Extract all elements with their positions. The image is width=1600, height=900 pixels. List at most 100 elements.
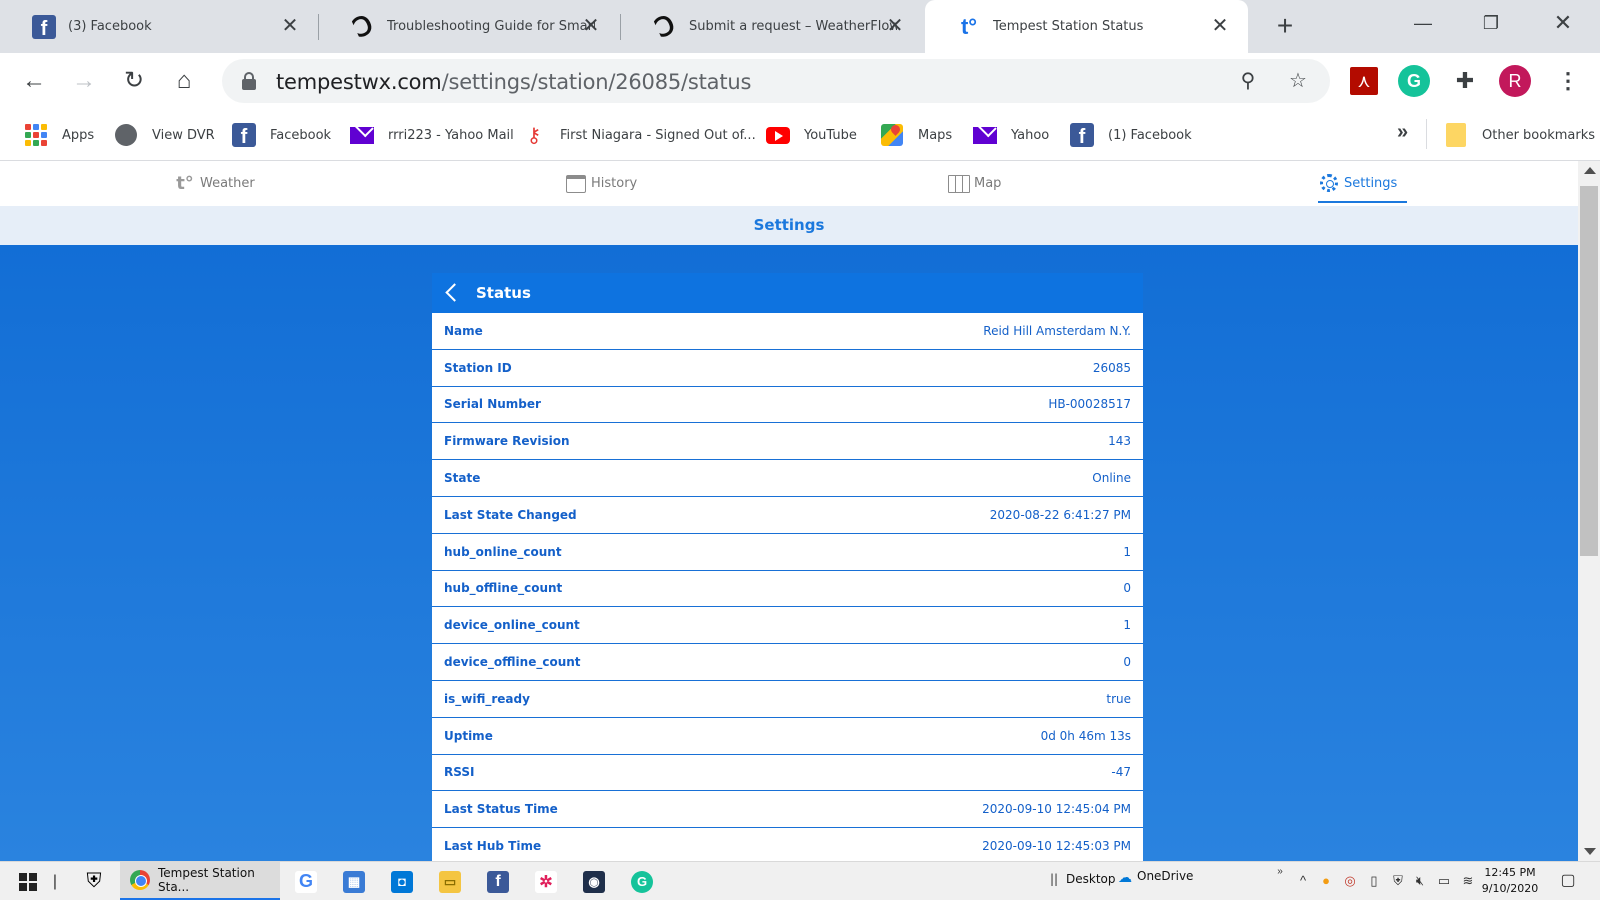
nav-map[interactable]: Map: [948, 161, 1001, 206]
bookmark-maps[interactable]: Maps: [880, 122, 952, 148]
minimize-button[interactable]: —: [1400, 8, 1446, 38]
row-label: Last Status Time: [444, 802, 558, 817]
tray-security-icon[interactable]: ◎: [1342, 873, 1358, 889]
battery-icon[interactable]: ▭: [1436, 873, 1452, 889]
bookmark-yahoo[interactable]: Yahoo: [973, 122, 1049, 148]
browser-tab-strip: f (3) Facebook ✕ Ↄ Troubleshooting Guide…: [0, 0, 1600, 53]
page-viewport: t° Weather History Map Settings Settings…: [0, 161, 1578, 861]
defender-icon[interactable]: ⛨: [1390, 873, 1406, 889]
panel-title: Status: [476, 284, 531, 302]
bookmark-facebook[interactable]: f Facebook: [232, 122, 331, 148]
reload-button[interactable]: ↻: [118, 65, 150, 97]
close-icon[interactable]: ✕: [1208, 14, 1232, 38]
scroll-up-arrow-icon[interactable]: [1584, 167, 1596, 174]
facebook-icon: f: [32, 14, 56, 40]
map-icon: [948, 173, 970, 195]
address-bar[interactable]: tempestwx.com/settings/station/26085/sta…: [222, 59, 1330, 103]
profile-avatar[interactable]: R: [1499, 65, 1531, 97]
chrome-icon: [130, 870, 150, 890]
zoom-icon[interactable]: ⚲: [1236, 69, 1260, 93]
close-icon[interactable]: ✕: [278, 14, 302, 38]
forward-button[interactable]: →: [68, 65, 100, 97]
desktop-toolbar-label[interactable]: Desktop: [1066, 872, 1116, 886]
store-icon[interactable]: ◘: [384, 862, 420, 900]
tray-app-icon[interactable]: ●: [1318, 873, 1334, 889]
menu-kebab-icon[interactable]: ⋮: [1552, 65, 1584, 97]
table-row: RSSI -47: [432, 754, 1143, 792]
browser-tab-troubleshooting[interactable]: Ↄ Troubleshooting Guide for Smart We ✕: [319, 0, 619, 53]
bookmark-label: Facebook: [270, 127, 332, 143]
nav-label: Map: [974, 176, 1002, 191]
calculator-icon[interactable]: ▦: [336, 862, 372, 900]
page-scrollbar[interactable]: [1578, 161, 1600, 861]
row-value: 1: [1123, 618, 1131, 633]
nav-history[interactable]: History: [565, 161, 637, 206]
new-tab-button[interactable]: +: [1270, 12, 1300, 42]
row-label: is_wifi_ready: [444, 691, 530, 706]
table-row: Last Hub Time 2020-09-10 12:45:03 PM: [432, 828, 1143, 861]
browser-tab-facebook[interactable]: f (3) Facebook ✕: [0, 0, 318, 53]
usb-device-icon[interactable]: ▯: [1366, 873, 1382, 889]
bookmark-yahoo-mail[interactable]: rrri223 - Yahoo Mail: [350, 122, 514, 148]
back-button[interactable]: ←: [18, 65, 50, 97]
onedrive-icon[interactable]: ☁: [1118, 870, 1132, 886]
bookmark-youtube[interactable]: YouTube: [766, 122, 857, 148]
volume-muted-icon[interactable]: 🔇︎: [1412, 873, 1428, 889]
bookmark-label: Maps: [918, 127, 953, 143]
onedrive-label[interactable]: OneDrive: [1137, 869, 1193, 883]
system-clock[interactable]: 12:45 PM 9/10/2020: [1470, 865, 1550, 897]
browser-tab-submit-request[interactable]: Ↄ Submit a request – WeatherFlow Sup ✕: [621, 0, 923, 53]
bookmarks-separator: [1426, 119, 1427, 149]
bookmark-view-dvr[interactable]: View DVR: [114, 122, 215, 148]
lock-icon[interactable]: [242, 72, 256, 90]
more-chevron-icon[interactable]: »: [1272, 864, 1288, 880]
close-icon[interactable]: ✕: [579, 14, 603, 38]
start-button[interactable]: [10, 862, 46, 900]
site-nav: t° Weather History Map Settings: [0, 161, 1578, 206]
close-icon[interactable]: ✕: [883, 14, 907, 38]
bookmark-label: rrri223 - Yahoo Mail: [388, 127, 514, 143]
extensions-puzzle-icon[interactable]: ✚: [1449, 65, 1481, 97]
taskbar-chrome-task[interactable]: Tempest Station Sta...: [120, 862, 280, 900]
scrollbar-thumb[interactable]: [1580, 186, 1598, 556]
facebook-app-icon[interactable]: f: [480, 862, 516, 900]
security-shield-icon[interactable]: ⛨: [76, 862, 112, 900]
status-panel: Status Name Reid Hill Amsterdam N.Y. Stati…: [432, 273, 1143, 861]
bookmark-label: (1) Facebook: [1108, 127, 1192, 143]
windows-logo-icon: [19, 872, 37, 891]
url-text[interactable]: tempestwx.com/settings/station/26085/sta…: [276, 70, 751, 94]
nav-weather[interactable]: t° Weather: [174, 161, 255, 206]
photo-viewer-icon[interactable]: ◉: [576, 862, 612, 900]
scroll-down-arrow-icon[interactable]: [1584, 848, 1596, 855]
slack-icon[interactable]: ✲: [528, 862, 564, 900]
row-value: 2020-09-10 12:45:04 PM: [982, 802, 1131, 817]
bookmark-facebook-1[interactable]: f (1) Facebook: [1070, 122, 1192, 148]
google-icon[interactable]: G: [288, 862, 324, 900]
grammarly-extension-icon[interactable]: G: [1398, 65, 1430, 97]
table-row: Last Status Time 2020-09-10 12:45:04 PM: [432, 791, 1143, 829]
bookmark-star-icon[interactable]: ☆: [1286, 69, 1310, 93]
browser-tab-tempest-status[interactable]: t° Tempest Station Status ✕: [925, 0, 1248, 53]
bookmark-first-niagara[interactable]: ⚷ First Niagara - Signed Out of...: [522, 122, 756, 148]
bookmark-other[interactable]: Other bookmarks: [1444, 122, 1595, 148]
more-bookmarks-chevron-icon[interactable]: »: [1397, 121, 1408, 144]
file-explorer-icon[interactable]: ▭: [432, 862, 468, 900]
folder-icon: [1444, 123, 1468, 147]
bookmark-apps[interactable]: Apps: [24, 122, 94, 148]
table-row: hub_offline_count 0: [432, 570, 1143, 608]
row-label: Uptime: [444, 728, 493, 743]
globe-icon: [114, 123, 138, 147]
task-view-separator: |: [52, 872, 58, 890]
show-hidden-icons-chevron-icon[interactable]: ^: [1295, 873, 1311, 889]
restore-button[interactable]: ❐: [1468, 8, 1514, 38]
yahoo-mail-icon: [973, 123, 997, 147]
close-window-button[interactable]: ✕: [1540, 8, 1586, 38]
row-label: hub_offline_count: [444, 581, 563, 596]
acrobat-extension-icon[interactable]: ⋏: [1350, 67, 1378, 95]
grammarly-icon[interactable]: G: [624, 862, 660, 900]
chevron-left-icon[interactable]: [444, 283, 458, 303]
home-button[interactable]: ⌂: [168, 65, 200, 97]
table-row: Last State Changed 2020-08-22 6:41:27 PM: [432, 496, 1143, 534]
nav-settings[interactable]: Settings: [1318, 165, 1408, 203]
notifications-icon[interactable]: ▢: [1560, 873, 1576, 889]
